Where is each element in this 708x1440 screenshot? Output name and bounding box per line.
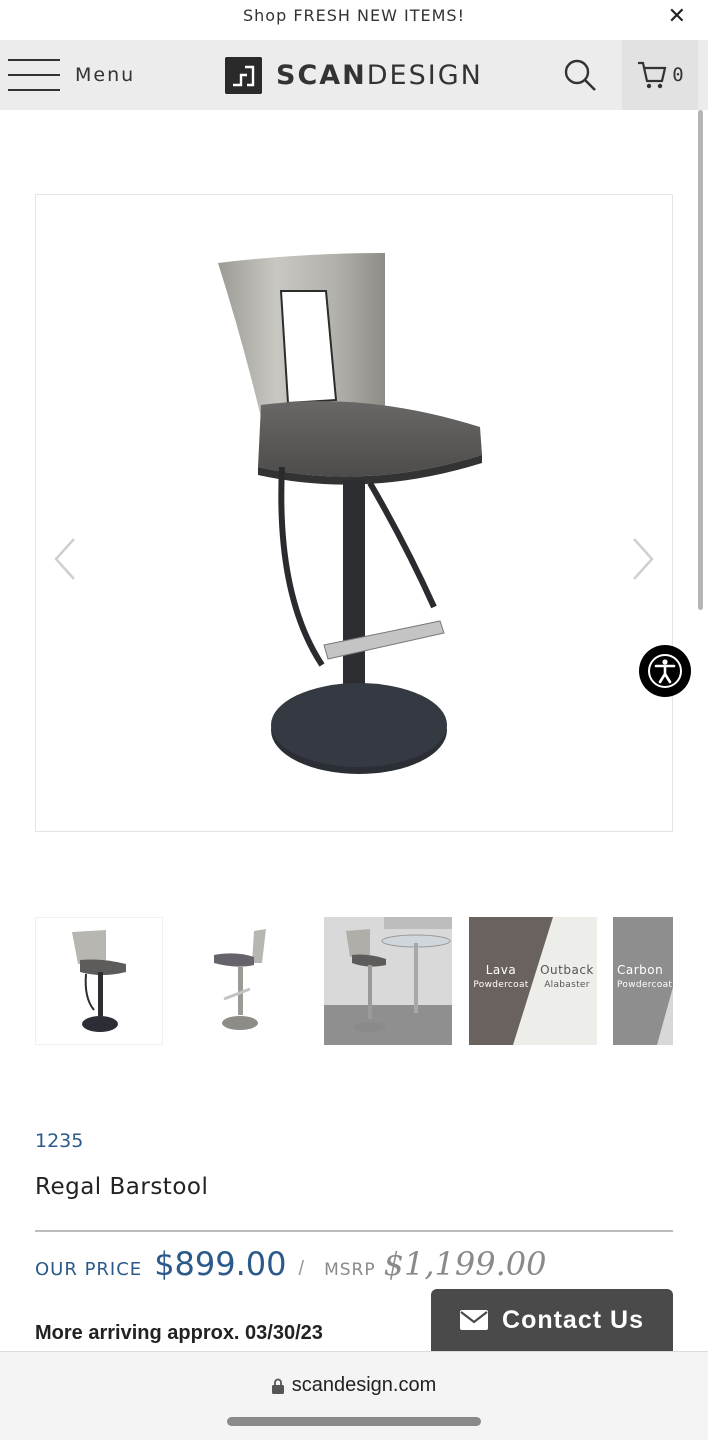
price-row: OUR PRICE $899.00 / MSRP $1,199.00 (35, 1245, 546, 1285)
price-separator: / (298, 1258, 305, 1280)
hamburger-icon (8, 56, 60, 94)
cart-count: 0 (672, 64, 684, 86)
logo-text: SCANDESIGN (276, 59, 483, 91)
swatch-outback: Outback Alabaster (540, 963, 594, 990)
thumbnail-barstool-front (72, 930, 126, 1032)
url-field[interactable]: scandesign.com (0, 1374, 708, 1397)
arrival-notice: More arriving approx. 03/30/23 (35, 1322, 323, 1344)
our-price-label: OUR PRICE (35, 1259, 143, 1280)
cart-icon (638, 61, 667, 89)
product-sku: 1235 (35, 1130, 84, 1152)
contact-us-label: Contact Us (502, 1305, 644, 1334)
our-price: $899.00 (154, 1245, 287, 1283)
accessibility-button[interactable] (639, 645, 691, 697)
page-scrollbar[interactable] (698, 110, 703, 610)
thumbnail-3[interactable] (324, 917, 452, 1045)
next-image-arrow-icon[interactable] (628, 535, 658, 583)
product-title: Regal Barstool (35, 1174, 209, 1200)
home-indicator[interactable] (227, 1417, 481, 1426)
barstool-image (218, 253, 482, 774)
thumbnail-room-scene (324, 917, 452, 1045)
site-logo[interactable]: SCANDESIGN (225, 56, 483, 94)
accessibility-icon (648, 654, 682, 688)
product-main-image[interactable] (35, 194, 673, 832)
thumbnail-5-swatch[interactable]: Carbon Powdercoat (613, 917, 673, 1045)
menu-label: Menu (75, 64, 136, 86)
logo-mark-icon (225, 56, 262, 94)
thumbnail-1[interactable] (35, 917, 163, 1045)
swatch-lava: Lava Powdercoat (473, 963, 529, 990)
browser-address-bar: scandesign.com (0, 1351, 708, 1440)
thumbnail-barstool-side (214, 929, 266, 1030)
menu-button[interactable]: Menu (8, 54, 135, 96)
swatch-carbon: Carbon Powdercoat (617, 963, 673, 990)
site-header: Menu SCANDESIGN 0 (0, 40, 708, 110)
announcement-text[interactable]: Shop FRESH NEW ITEMS! (0, 6, 708, 25)
search-icon[interactable] (562, 57, 598, 93)
thumbnail-2[interactable] (180, 917, 308, 1045)
url-text: scandesign.com (291, 1374, 437, 1396)
cart-button[interactable]: 0 (622, 40, 698, 110)
divider (35, 1230, 673, 1232)
thumbnail-4-swatches[interactable]: Lava Powdercoat Outback Alabaster (469, 917, 597, 1045)
previous-image-arrow-icon[interactable] (50, 535, 80, 583)
envelope-icon (460, 1310, 489, 1330)
msrp-label: MSRP (324, 1260, 376, 1280)
contact-us-button[interactable]: Contact Us (431, 1289, 673, 1351)
msrp-price: $1,199.00 (383, 1245, 547, 1283)
lock-icon (271, 1378, 284, 1394)
close-icon[interactable]: ✕ (668, 4, 686, 29)
announcement-bar: Shop FRESH NEW ITEMS! ✕ (0, 0, 708, 40)
